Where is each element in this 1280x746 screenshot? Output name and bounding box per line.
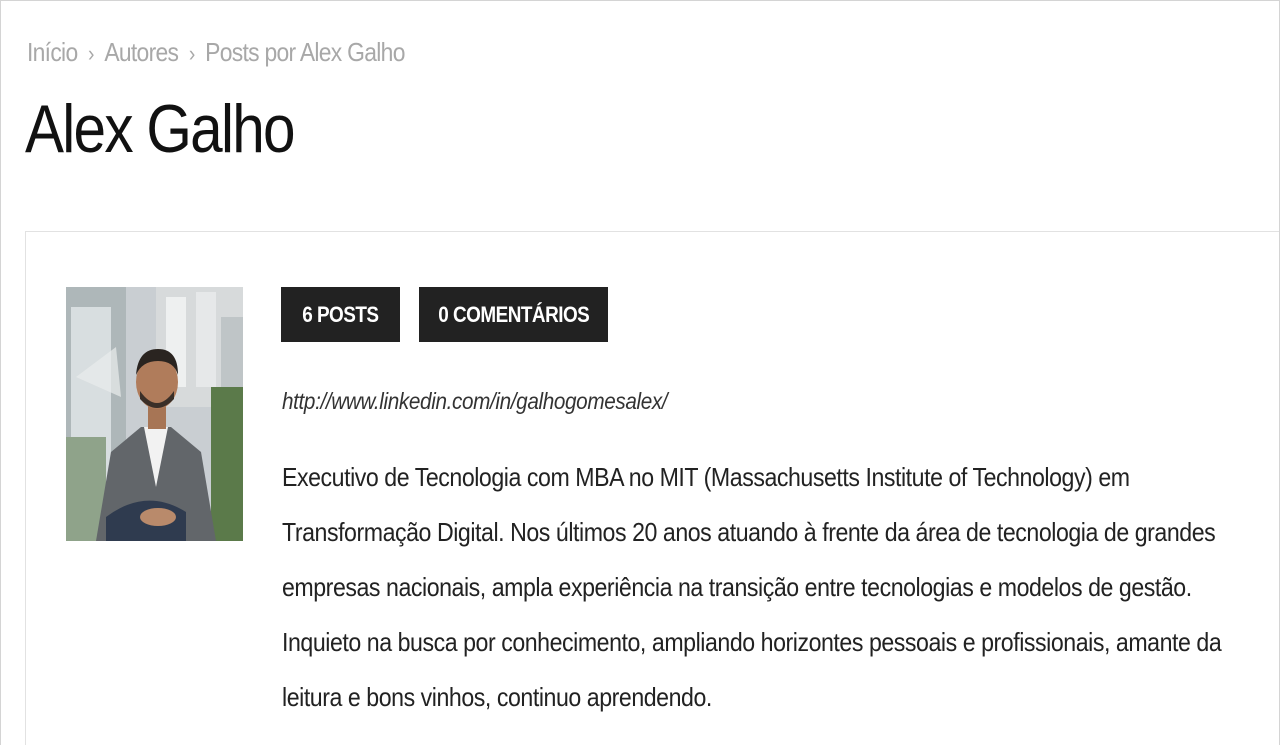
- posts-count-label: 6 POSTS: [302, 301, 379, 327]
- breadcrumb-separator: ›: [88, 41, 94, 66]
- page-title: Alex Galho: [25, 91, 296, 167]
- page-frame: Início › Autores › Posts por Alex Galho Alex…: [0, 0, 1280, 745]
- breadcrumb: Início › Autores › Posts por Alex Galho: [27, 37, 405, 68]
- comments-count-badge[interactable]: 0 COMENTÁRIOS: [419, 287, 608, 342]
- comments-count-label: 0 COMENTÁRIOS: [438, 301, 589, 327]
- author-website-link[interactable]: http://www.linkedin.com/in/galhogomesale…: [282, 388, 668, 415]
- author-box: 6 POSTS 0 COMENTÁRIOS http://www.linkedi…: [25, 231, 1279, 745]
- breadcrumb-current: Posts por Alex Galho: [205, 37, 405, 67]
- breadcrumb-home-link[interactable]: Início: [27, 37, 78, 67]
- author-bio: Executivo de Tecnologia com MBA no MIT (…: [282, 462, 1222, 712]
- breadcrumb-separator: ›: [188, 41, 195, 66]
- author-avatar: [66, 287, 243, 541]
- breadcrumb-authors-link[interactable]: Autores: [104, 37, 179, 67]
- author-stats: 6 POSTS 0 COMENTÁRIOS: [281, 287, 608, 342]
- posts-count-badge[interactable]: 6 POSTS: [281, 287, 400, 342]
